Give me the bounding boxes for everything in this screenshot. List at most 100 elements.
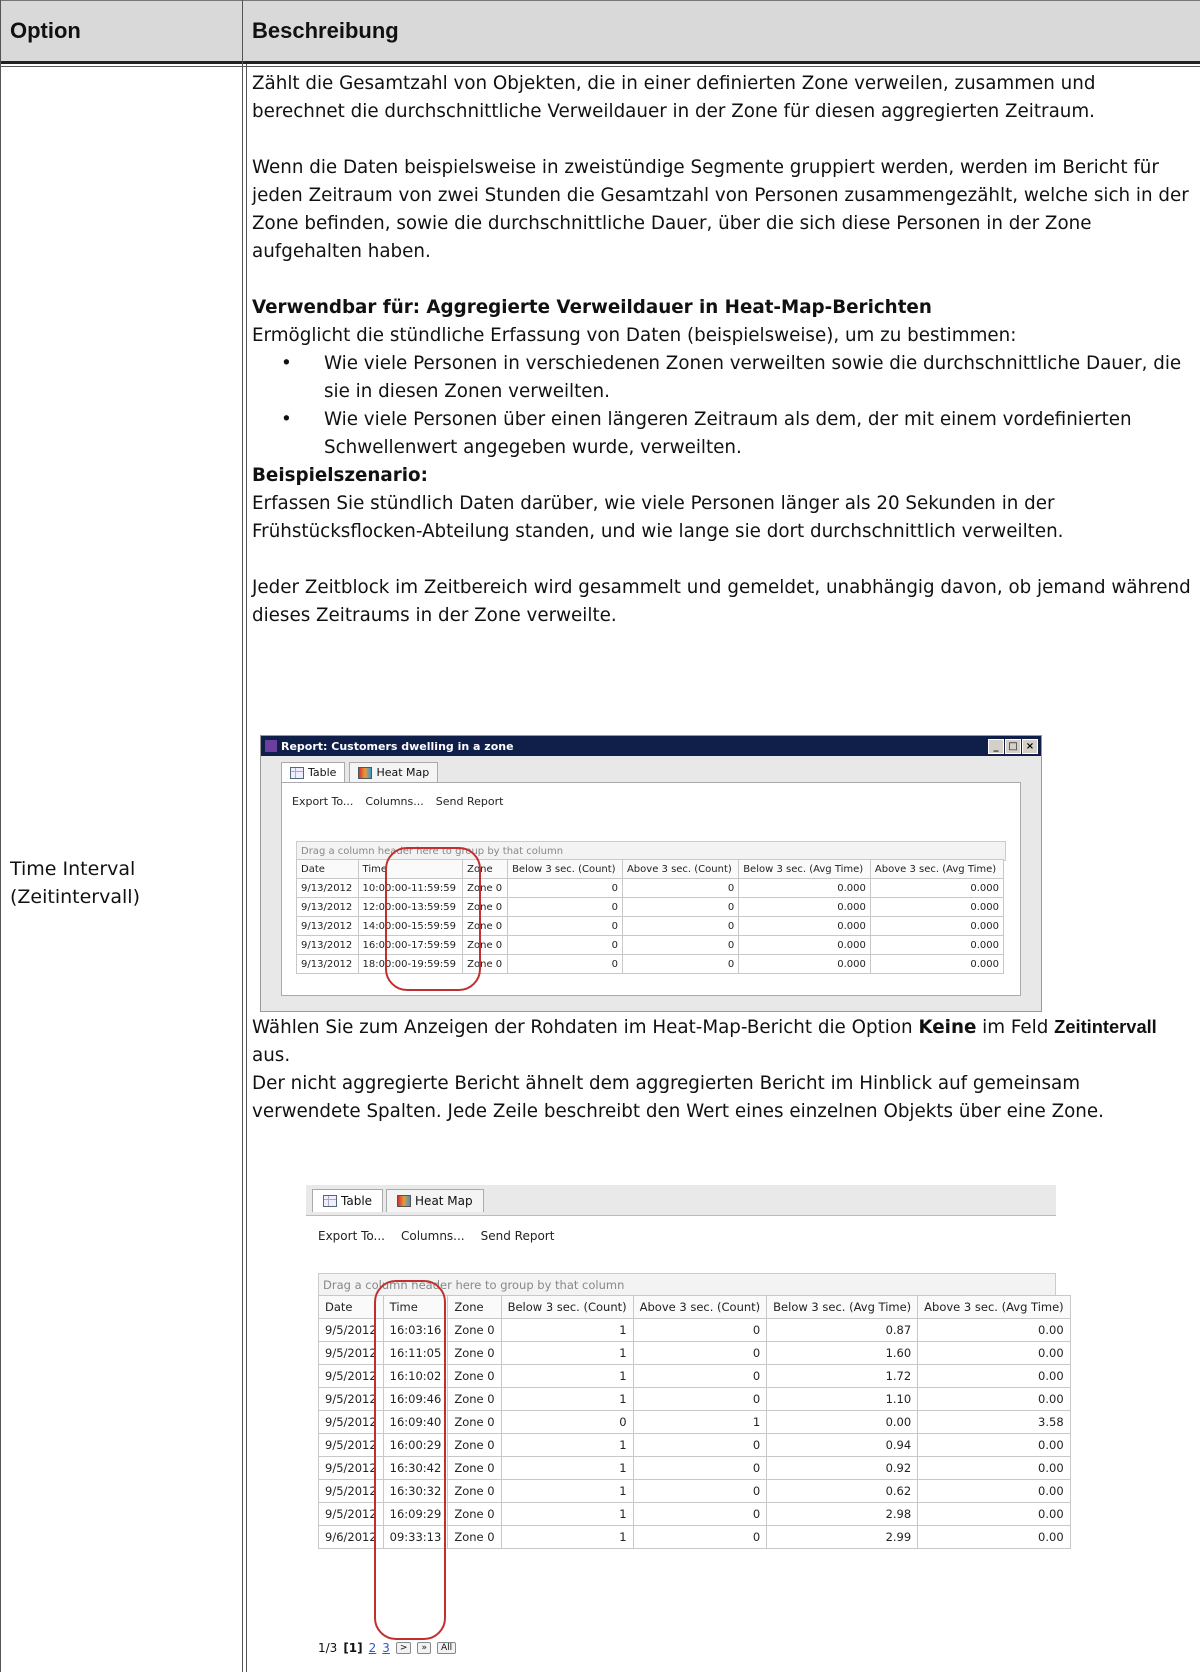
table-cell: 0.00 — [766, 1410, 919, 1434]
table-cell: 1 — [500, 1502, 634, 1526]
table-cell: 0.00 — [917, 1502, 1071, 1526]
export-to-button[interactable]: Export To... — [292, 795, 353, 808]
pager-page-2[interactable]: 2 — [369, 1641, 377, 1655]
columns-button[interactable]: Columns... — [401, 1229, 465, 1243]
table-header-row: Option Beschreibung — [0, 0, 1200, 64]
pager: 1/3 [1] 2 3 > » All — [318, 1641, 457, 1655]
export-to-button[interactable]: Export To... — [318, 1229, 385, 1243]
table-cell: 9/13/2012 — [296, 935, 359, 955]
table-cell: 9/13/2012 — [296, 954, 359, 974]
table-cell: 0 — [500, 1410, 634, 1434]
table-cell: 0.000 — [869, 916, 1005, 936]
table-cell: 0.000 — [869, 878, 1005, 898]
table-cell: 0.000 — [869, 935, 1005, 955]
usable-intro: Ermöglicht die stündliche Erfassung von … — [252, 325, 1017, 346]
table-cell: 0 — [621, 878, 740, 898]
option-label-line1: Time Interval — [10, 858, 136, 880]
column-header[interactable]: Above 3 sec. (Avg Time) — [869, 859, 1005, 879]
column-header[interactable]: Below 3 sec. (Avg Time) — [738, 859, 871, 879]
table-cell: 0 — [632, 1525, 768, 1549]
table-cell: 0.00 — [917, 1456, 1071, 1480]
table-cell: 9/13/2012 — [296, 897, 359, 917]
table-cell: 1 — [500, 1387, 634, 1411]
table-cell: 0 — [632, 1318, 768, 1342]
column-header[interactable]: Below 3 sec. (Count) — [507, 859, 623, 879]
tab-heat-map[interactable]: Heat Map — [349, 762, 439, 782]
table-cell: 0.000 — [738, 897, 871, 917]
column-header[interactable]: Below 3 sec. (Avg Time) — [766, 1295, 919, 1319]
bullet-icon: • — [281, 409, 292, 430]
table-cell: 2.99 — [766, 1525, 919, 1549]
paragraph-non-aggregated: Der nicht aggregierte Bericht ähnelt dem… — [252, 1073, 1104, 1122]
close-icon[interactable]: × — [1022, 738, 1038, 754]
heat-map-icon — [358, 766, 373, 779]
table-cell: 0 — [507, 916, 623, 936]
description-cell: Zählt die Gesamtzahl von Objekten, die i… — [252, 70, 1192, 630]
table-cell: 0.00 — [917, 1479, 1071, 1503]
table-cell: 0 — [507, 897, 623, 917]
column-header[interactable]: Above 3 sec. (Avg Time) — [917, 1295, 1071, 1319]
column-divider — [242, 0, 243, 1672]
table-cell: 1 — [500, 1479, 634, 1503]
table-cell: 3.58 — [917, 1410, 1071, 1434]
pager-last-button[interactable]: » — [417, 1642, 431, 1654]
pager-all-button[interactable]: All — [436, 1642, 457, 1654]
table-cell: 0.87 — [766, 1318, 919, 1342]
table-cell: 0 — [621, 935, 740, 955]
minimize-icon[interactable]: _ — [988, 738, 1004, 754]
table-icon — [323, 1195, 337, 1207]
report-panel: Export To... Columns... Send Report Drag… — [281, 782, 1021, 996]
table-cell: Zone 0 — [447, 1387, 502, 1411]
table-cell: 0 — [632, 1479, 768, 1503]
bullet-list: • Wie viele Personen in verschiedenen Zon… — [252, 350, 1192, 462]
table-cell: 1.72 — [766, 1364, 919, 1388]
table-border-left — [0, 0, 1, 1672]
table-cell: 1 — [500, 1456, 634, 1480]
table-cell: 9/13/2012 — [296, 916, 359, 936]
column-header[interactable]: Zone — [447, 1295, 502, 1319]
maximize-icon[interactable]: □ — [1005, 738, 1021, 754]
table-cell: 1 — [500, 1364, 634, 1388]
tab-heat-map[interactable]: Heat Map — [386, 1189, 484, 1212]
option-label-line2: (Zeitintervall) — [10, 886, 140, 908]
send-report-button[interactable]: Send Report — [436, 795, 504, 808]
table-cell: 0.000 — [738, 916, 871, 936]
window-titlebar: Report: Customers dwelling in a zone _ □… — [261, 736, 1041, 756]
paragraph-summary: Zählt die Gesamtzahl von Objekten, die i… — [252, 73, 1096, 122]
table-cell: 0 — [632, 1341, 768, 1365]
window-title: Report: Customers dwelling in a zone — [281, 739, 514, 753]
table-cell: 0 — [632, 1433, 768, 1457]
send-report-button[interactable]: Send Report — [481, 1229, 555, 1243]
table-cell: Zone 0 — [447, 1433, 502, 1457]
header-beschreibung: Beschreibung — [252, 18, 399, 43]
table-cell: 0 — [507, 878, 623, 898]
report-screenshot-raw: Table Heat Map Export To... Columns... S… — [306, 1185, 1071, 1672]
table-cell: 1.60 — [766, 1341, 919, 1365]
column-header[interactable]: Above 3 sec. (Count) — [632, 1295, 768, 1319]
tab-table[interactable]: Table — [312, 1189, 384, 1212]
pager-next-button[interactable]: > — [395, 1642, 412, 1654]
table-cell: 0.00 — [917, 1387, 1071, 1411]
columns-button[interactable]: Columns... — [365, 795, 423, 808]
table-cell: 1 — [500, 1433, 634, 1457]
paragraph-raw-data: Wählen Sie zum Anzeigen der Rohdaten im … — [252, 1016, 1157, 1066]
bullet-item: • Wie viele Personen in verschiedenen Zon… — [252, 350, 1192, 406]
column-header[interactable]: Above 3 sec. (Count) — [621, 859, 740, 879]
tab-bar: Table Heat Map — [306, 1185, 1056, 1216]
table-cell: Zone 0 — [447, 1456, 502, 1480]
app-icon — [265, 740, 277, 752]
pager-page-3[interactable]: 3 — [382, 1641, 390, 1655]
highlight-oval — [385, 847, 481, 991]
header-option: Option — [10, 18, 81, 43]
column-header[interactable]: Below 3 sec. (Count) — [500, 1295, 634, 1319]
table-cell: Zone 0 — [447, 1410, 502, 1434]
table-cell: 0 — [632, 1456, 768, 1480]
table-cell: 0.92 — [766, 1456, 919, 1480]
table-cell: 0.000 — [738, 878, 871, 898]
tab-table[interactable]: Table — [281, 762, 346, 782]
table-cell: 0.00 — [917, 1364, 1071, 1388]
table-cell: 0.00 — [917, 1318, 1071, 1342]
column-header[interactable]: Date — [296, 859, 359, 879]
table-cell: 2.98 — [766, 1502, 919, 1526]
paragraph-time-blocks: Jeder Zeitblock im Zeitbereich wird gesa… — [252, 577, 1191, 626]
